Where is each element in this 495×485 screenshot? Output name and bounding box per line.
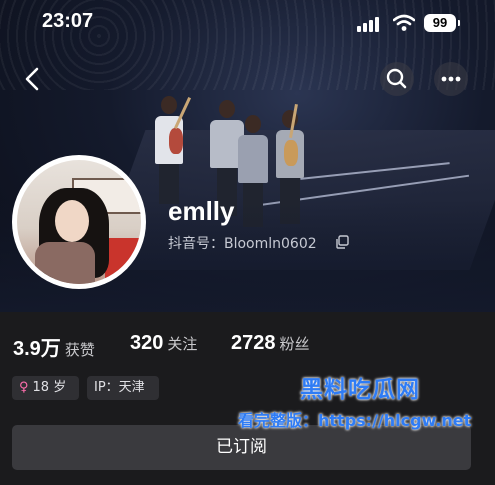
stat-label: 关注 [167,335,198,353]
female-icon: ♀ [19,380,29,395]
age-tag: ♀ 18 岁 [12,376,79,400]
stat-following[interactable]: 320 关注 [130,332,197,355]
ip-tag: IP：天津 [87,376,159,400]
status-bar: 23:07 99 [0,8,495,38]
back-button[interactable] [16,62,50,96]
followed-button[interactable]: 已订阅 [12,425,471,470]
stat-value: 320 [130,332,164,354]
douyin-id: 抖音号：Bloomln0602 [168,236,317,252]
search-button[interactable] [380,62,414,96]
age-text: 18 岁 [32,380,67,395]
battery-tip [458,20,460,26]
stat-value: 3.9万 [13,338,61,360]
more-button[interactable] [434,62,468,96]
copy-icon[interactable] [335,235,349,249]
watermark-brand: 黑料吃瓜网 [300,377,420,403]
search-icon [386,68,407,89]
avatar-photo [17,160,141,284]
status-time: 23:07 [42,10,94,32]
watermark-url: 看完整版：https://hlcgw.net [238,411,472,430]
battery-indicator: 99 [424,14,456,32]
stat-label: 粉丝 [279,335,310,353]
stat-value: 2728 [231,332,276,354]
chevron-left-icon [25,67,39,91]
more-icon [441,76,461,82]
stat-likes[interactable]: 3.9万 获赞 [13,332,95,361]
stat-followers[interactable]: 2728 粉丝 [231,332,310,355]
cellular-signal-icon [357,16,383,32]
performer-guitarist-left [155,96,192,204]
avatar[interactable] [12,155,146,289]
stat-label: 获赞 [64,341,95,359]
wifi-icon [393,14,415,31]
profile-name: emlly [168,196,235,226]
